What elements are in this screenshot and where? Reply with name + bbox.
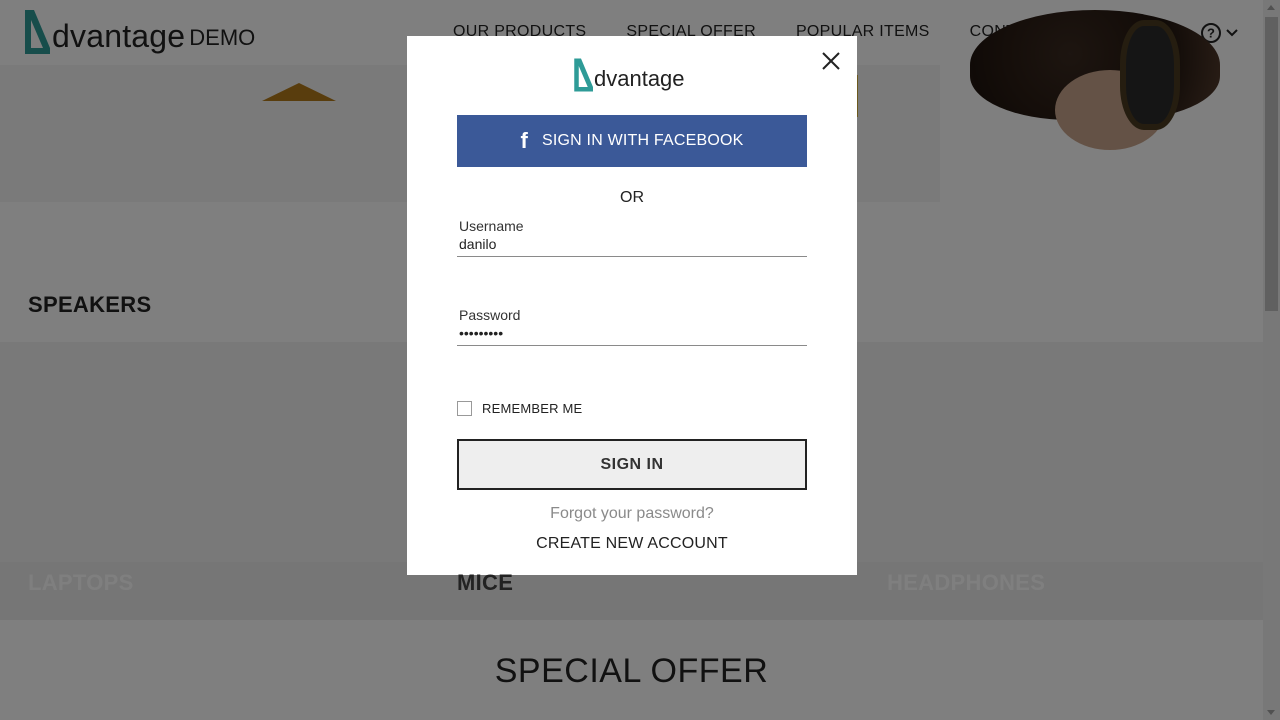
password-label: Password (459, 307, 521, 323)
remember-me-checkbox[interactable] (457, 401, 472, 416)
close-icon[interactable] (819, 49, 843, 73)
forgot-password-link[interactable]: Forgot your password? (407, 505, 857, 523)
category-mice[interactable]: MICE (457, 570, 513, 596)
modal-logo-text: dvantage (594, 66, 685, 91)
create-account-link[interactable]: CREATE NEW ACCOUNT (407, 535, 857, 553)
modal-logo: dvantage (572, 58, 685, 92)
remember-me-label: REMEMBER ME (482, 401, 583, 416)
password-input[interactable] (457, 323, 807, 345)
facebook-icon: f (520, 128, 528, 153)
remember-me[interactable]: REMEMBER ME (457, 401, 582, 416)
advantage-logo-icon (574, 58, 593, 92)
login-modal: dvantage f SIGN IN WITH FACEBOOK OR User… (407, 36, 857, 575)
username-label: Username (459, 218, 524, 234)
sign-in-button[interactable]: SIGN IN (457, 439, 807, 490)
password-field[interactable]: Password (457, 307, 807, 346)
username-input[interactable] (457, 234, 807, 256)
username-field[interactable]: Username (457, 218, 807, 257)
facebook-signin-button[interactable]: f SIGN IN WITH FACEBOOK (457, 115, 807, 167)
facebook-signin-label: SIGN IN WITH FACEBOOK (541, 132, 744, 149)
or-divider: OR (620, 189, 644, 206)
